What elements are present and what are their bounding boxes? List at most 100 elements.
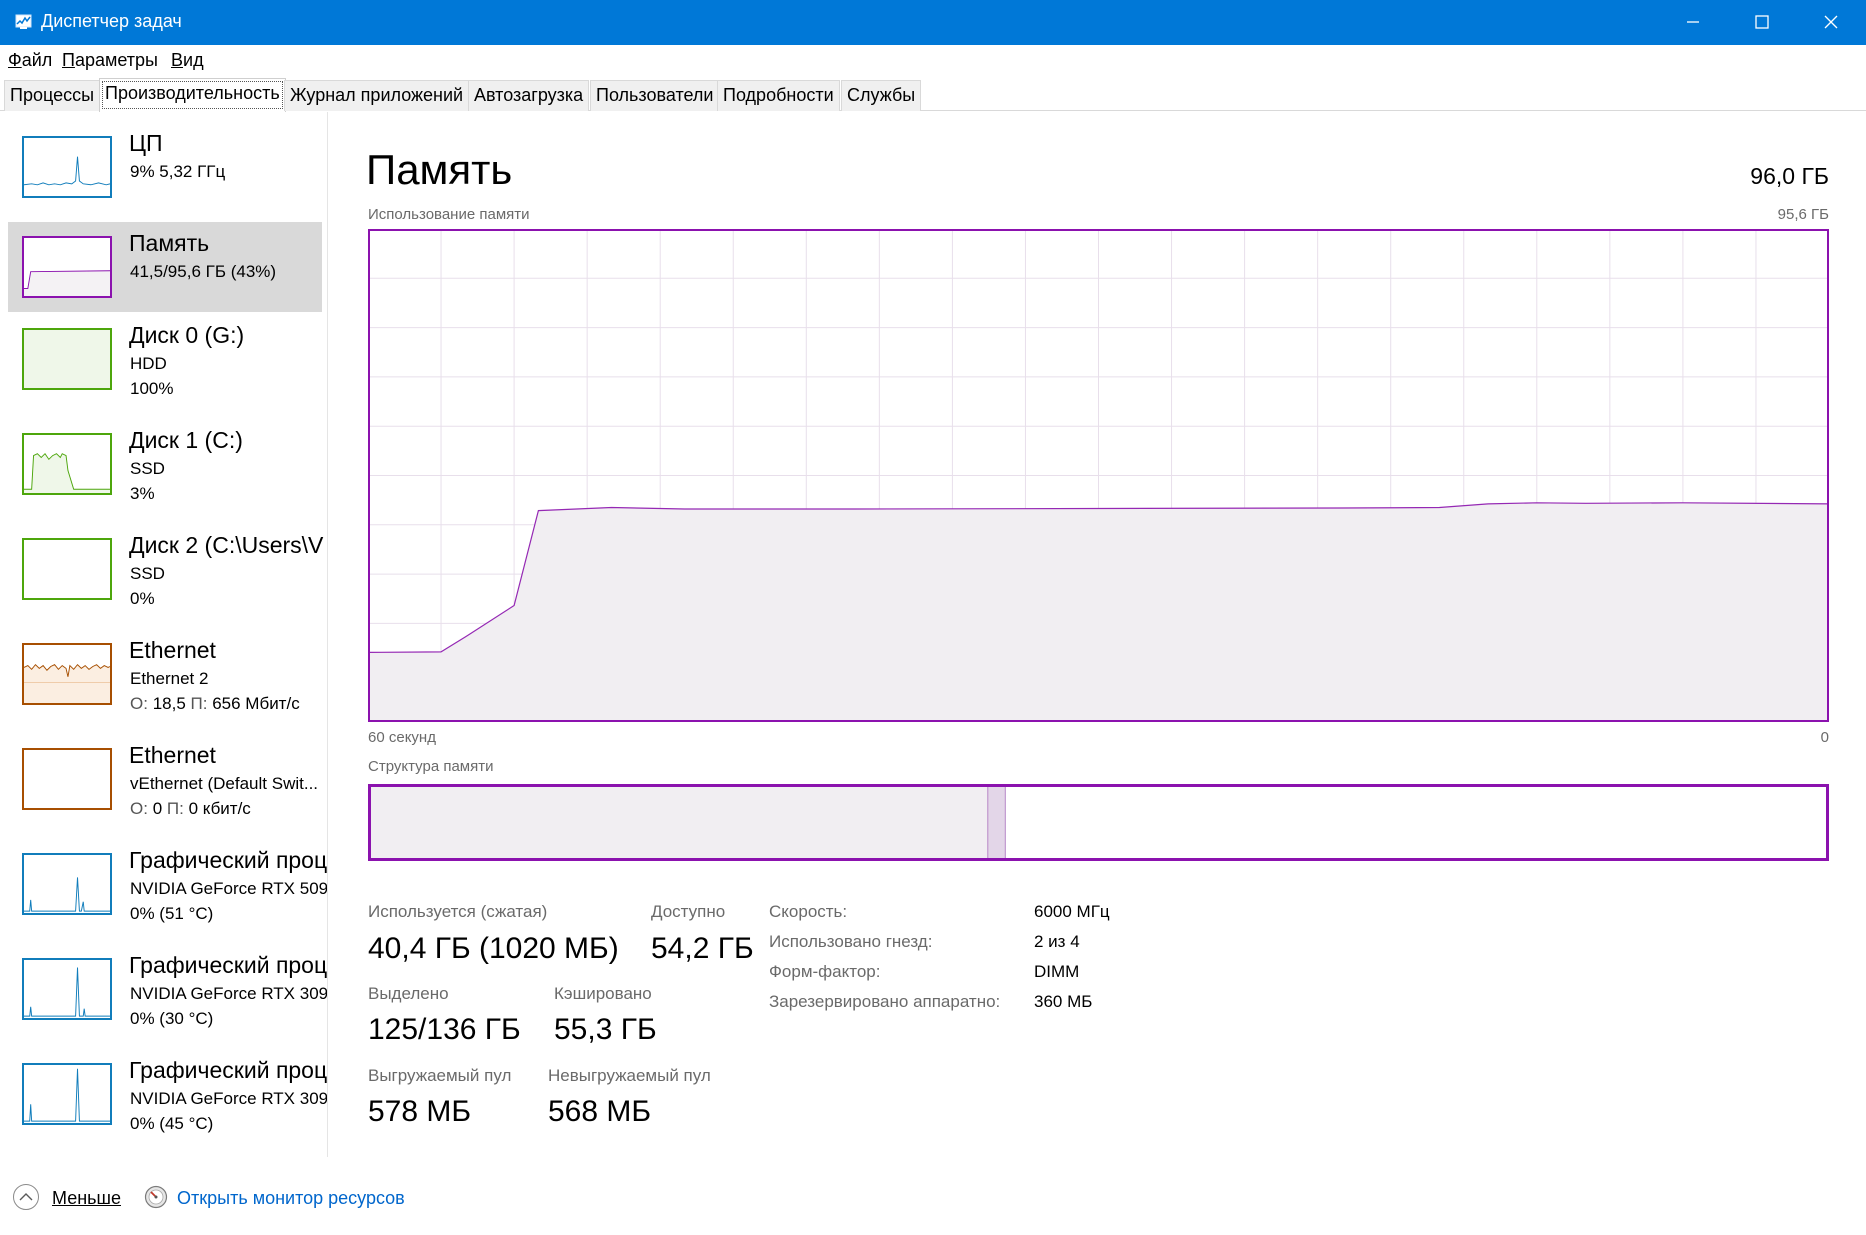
- memory-thumbnail-graph: [22, 236, 112, 298]
- tab-services[interactable]: Службы: [841, 80, 922, 111]
- slots-label: Использовано гнезд:: [769, 932, 933, 951]
- hardware-reserved-value: 360 МБ: [1034, 992, 1093, 1011]
- memory-usage-graph: [368, 229, 1829, 722]
- gpu-1-thumbnail-graph: [22, 958, 112, 1020]
- sidebar-item-throughput: О: 0 П: 0 кбит/с: [130, 799, 251, 819]
- memory-usage-fill: [368, 502, 1829, 722]
- memory-composition-bar: [368, 784, 1829, 861]
- sidebar-item-type: SSD: [130, 459, 165, 478]
- sidebar-item-percent: 0%: [130, 589, 155, 608]
- paged-pool-label: Выгружаемый пул: [368, 1066, 512, 1085]
- task-manager-icon: [15, 14, 32, 29]
- sidebar-item-model: NVIDIA GeForce RTX 309: [130, 1089, 328, 1108]
- menu-options[interactable]: Параметры: [62, 50, 158, 71]
- committed-label: Выделено: [368, 984, 449, 1003]
- committed-value: 125/136 ГБ: [368, 1013, 521, 1046]
- sidebar-item-ethernet-2[interactable]: Ethernet Ethernet 2 О: 18,5 П: 656 Мбит/…: [8, 629, 322, 719]
- sidebar-item-model: NVIDIA GeForce RTX 509: [130, 879, 328, 898]
- tab-details[interactable]: Подробности: [717, 80, 840, 111]
- hardware-reserved-label: Зарезервировано аппаратно:: [769, 992, 1001, 1011]
- sidebar-item-title: Диск 1 (C:): [129, 427, 243, 453]
- sidebar-item-type: HDD: [130, 354, 167, 373]
- paged-pool-value: 578 МБ: [368, 1095, 472, 1128]
- form-factor-label: Форм-фактор:: [769, 962, 881, 981]
- sidebar-item-memory[interactable]: Память 41,5/95,6 ГБ (43%): [8, 222, 322, 312]
- sidebar-item-percent: 100%: [130, 379, 174, 398]
- disk-0-thumbnail-graph: [22, 328, 112, 390]
- sidebar-item-type: SSD: [130, 564, 165, 583]
- send-label: О:: [130, 694, 148, 713]
- speed-label: Скорость:: [769, 902, 848, 921]
- sidebar-item-title: Ethernet: [129, 637, 216, 663]
- fewer-details-label: Меньше: [52, 1188, 121, 1208]
- form-factor-value: DIMM: [1034, 962, 1080, 981]
- sidebar-item-usage: 0% (30 °C): [130, 1009, 214, 1028]
- sidebar-item-adapter: Ethernet 2: [130, 669, 209, 688]
- sidebar-item-title: Графический проц: [129, 1057, 328, 1083]
- available-label: Доступно: [651, 902, 726, 921]
- gpu-2-thumbnail-graph: [22, 1063, 112, 1125]
- vethernet-thumbnail-graph: [22, 748, 112, 810]
- cached-value: 55,3 ГБ: [554, 1013, 657, 1046]
- sidebar-item-gpu-0[interactable]: Графический проц NVIDIA GeForce RTX 509 …: [8, 839, 327, 929]
- sidebar-item-throughput: О: 18,5 П: 656 Мбит/с: [130, 694, 300, 714]
- sidebar-item-title: Диск 0 (G:): [129, 322, 245, 348]
- sidebar-item-vethernet[interactable]: Ethernet vEthernet (Default Swit... О: 0…: [8, 734, 322, 824]
- tab-performance[interactable]: Производительность: [99, 78, 286, 112]
- chevron-up-circle-icon: [13, 1184, 39, 1210]
- open-resource-monitor-label: Открыть монитор ресурсов: [177, 1188, 405, 1208]
- time-axis-right: 0: [1820, 729, 1829, 746]
- sidebar-item-usage: 0% (51 °C): [130, 904, 214, 923]
- sidebar-item-title: Графический проц: [129, 952, 328, 978]
- gpu-0-thumbnail-graph: [22, 853, 112, 915]
- ethernet-2-thumbnail-graph: [22, 643, 112, 705]
- title-bar: Диспетчер задач: [0, 0, 1866, 45]
- tab-processes[interactable]: Процессы: [4, 80, 101, 111]
- window-title: Диспетчер задач: [41, 11, 182, 31]
- total-memory: 96,0 ГБ: [1750, 163, 1829, 189]
- sidebar-item-cpu[interactable]: ЦП 9% 5,32 ГГц: [8, 122, 322, 212]
- composition-in-use: [370, 786, 988, 859]
- slots-value: 2 из 4: [1034, 932, 1080, 951]
- minimize-icon: [1687, 21, 1699, 23]
- sidebar-item-title: ЦП: [129, 130, 163, 156]
- sidebar-item-disk-1[interactable]: Диск 1 (C:) SSD 3%: [8, 419, 322, 509]
- performance-sidebar: ЦП 9% 5,32 ГГц Память 41,5/95,6 ГБ (43%)…: [0, 112, 328, 1157]
- fewer-details-button[interactable]: Меньше: [12, 1183, 124, 1213]
- close-button[interactable]: [1797, 0, 1866, 45]
- menu-view[interactable]: Вид: [171, 50, 204, 71]
- menu-file[interactable]: Файл: [8, 50, 52, 71]
- sidebar-item-gpu-1[interactable]: Графический проц NVIDIA GeForce RTX 309 …: [8, 944, 327, 1034]
- tab-startup[interactable]: Автозагрузка: [468, 80, 590, 111]
- disk-1-thumbnail-graph: [22, 433, 112, 495]
- minimize-button[interactable]: [1659, 0, 1728, 45]
- sidebar-item-disk-2[interactable]: Диск 2 (C:\Users\V SSD 0%: [8, 524, 323, 614]
- usage-graph-label: Использование памяти: [368, 206, 530, 223]
- receive-value: 656 Мбит/с: [212, 694, 300, 713]
- sidebar-item-gpu-2[interactable]: Графический проц NVIDIA GeForce RTX 309 …: [8, 1049, 327, 1139]
- usage-graph-max: 95,6 ГБ: [1777, 206, 1829, 223]
- sidebar-item-detail: 9% 5,32 ГГц: [130, 162, 226, 181]
- receive-label: П:: [166, 799, 184, 818]
- sidebar-item-title: Ethernet: [129, 742, 216, 768]
- receive-value: 0 кбит/с: [188, 799, 251, 818]
- open-resource-monitor-link[interactable]: Открыть монитор ресурсов: [144, 1183, 424, 1213]
- sidebar-item-adapter: vEthernet (Default Swit...: [130, 774, 319, 793]
- sidebar-item-title: Графический проц: [129, 847, 328, 873]
- maximize-button[interactable]: [1728, 0, 1797, 45]
- sidebar-item-usage: 0% (45 °C): [130, 1114, 214, 1133]
- disk-2-thumbnail-graph: [22, 538, 112, 600]
- send-label: О:: [130, 799, 148, 818]
- sidebar-item-disk-0[interactable]: Диск 0 (G:) HDD 100%: [8, 314, 322, 404]
- composition-label: Структура памяти: [368, 758, 494, 775]
- footer-divider: [0, 1157, 1866, 1158]
- speed-value: 6000 МГц: [1034, 902, 1110, 921]
- tab-app-history[interactable]: Журнал приложений: [284, 80, 470, 111]
- nonpaged-pool-label: Невыгружаемый пул: [548, 1066, 711, 1085]
- nonpaged-pool-value: 568 МБ: [548, 1095, 652, 1128]
- in-use-label: Используется (сжатая): [368, 902, 548, 921]
- tab-bar: Процессы Производительность Журнал прило…: [0, 78, 1866, 112]
- sidebar-item-detail: 41,5/95,6 ГБ (43%): [130, 262, 277, 281]
- menu-bar: Файл Параметры Вид: [0, 45, 1866, 76]
- tab-users[interactable]: Пользователи: [590, 80, 720, 111]
